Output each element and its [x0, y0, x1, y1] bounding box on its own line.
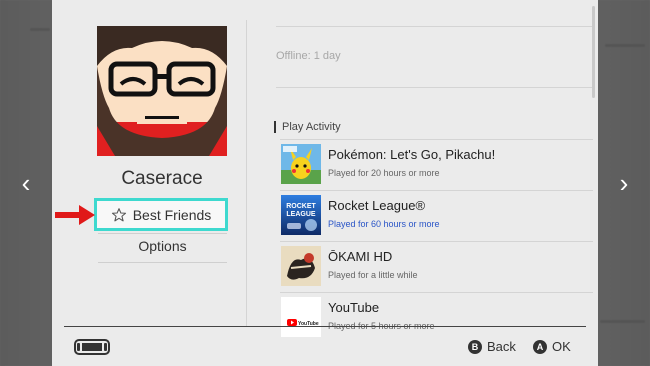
divider	[276, 26, 592, 27]
game-title: YouTube	[328, 300, 380, 315]
game-title: ŌKAMI HD	[328, 249, 393, 264]
avatar	[97, 26, 227, 156]
pokemon-game-icon	[281, 144, 321, 184]
youtube-app-icon: YouTube	[281, 297, 321, 337]
ok-label: OK	[552, 339, 571, 354]
game-title: Rocket League®	[328, 198, 426, 213]
divider	[276, 87, 592, 88]
list-item[interactable]: ROCKET LEAGUE Rocket League® Played for …	[280, 191, 593, 242]
list-item[interactable]: YouTube YouTube Played for 5 hours or mo…	[280, 293, 593, 343]
ok-button[interactable]: A OK	[533, 339, 571, 354]
a-button-icon: A	[533, 339, 547, 354]
svg-text:LEAGUE: LEAGUE	[286, 211, 316, 218]
okami-game-icon	[281, 246, 321, 286]
profile-panel: Caserace Best Friends Options Offline: 1…	[52, 0, 598, 366]
play-activity-label: Play Activity	[282, 121, 341, 133]
footer-divider	[64, 326, 586, 327]
game-title: Pokémon: Let's Go, Pikachu!	[328, 147, 496, 162]
divider	[98, 233, 227, 234]
chevron-left-icon[interactable]: ‹	[16, 170, 36, 196]
best-friends-button[interactable]: Best Friends	[94, 198, 228, 231]
bg-decoration	[30, 28, 50, 31]
red-arrow-annotation	[55, 205, 95, 225]
list-item[interactable]: ŌKAMI HD Played for a little while	[280, 242, 593, 293]
play-activity-heading: Play Activity	[274, 121, 341, 133]
list-item[interactable]: Pokémon: Let's Go, Pikachu! Played for 2…	[280, 140, 593, 191]
chevron-right-icon[interactable]: ›	[614, 170, 634, 196]
heading-bar	[274, 121, 276, 133]
options-button[interactable]: Options	[98, 238, 227, 254]
game-playtime: Played for 60 hours or more	[328, 219, 440, 229]
offline-status: Offline: 1 day	[276, 50, 341, 62]
best-friends-label: Best Friends	[132, 206, 212, 223]
scrollbar[interactable]	[592, 6, 595, 98]
bg-decoration	[605, 44, 645, 47]
star-icon	[111, 207, 126, 221]
game-playtime: Played for 20 hours or more	[328, 168, 440, 178]
divider	[98, 262, 227, 263]
console-icon	[74, 339, 110, 355]
svg-text:ROCKET: ROCKET	[286, 203, 316, 210]
username: Caserace	[121, 168, 203, 189]
b-button-icon: B	[468, 339, 482, 354]
back-label: Back	[487, 339, 516, 354]
column-divider	[246, 20, 247, 326]
back-button[interactable]: B Back	[468, 339, 516, 354]
bg-decoration	[600, 320, 645, 323]
game-playtime: Played for a little while	[328, 270, 418, 280]
rocket-league-game-icon: ROCKET LEAGUE	[281, 195, 321, 235]
